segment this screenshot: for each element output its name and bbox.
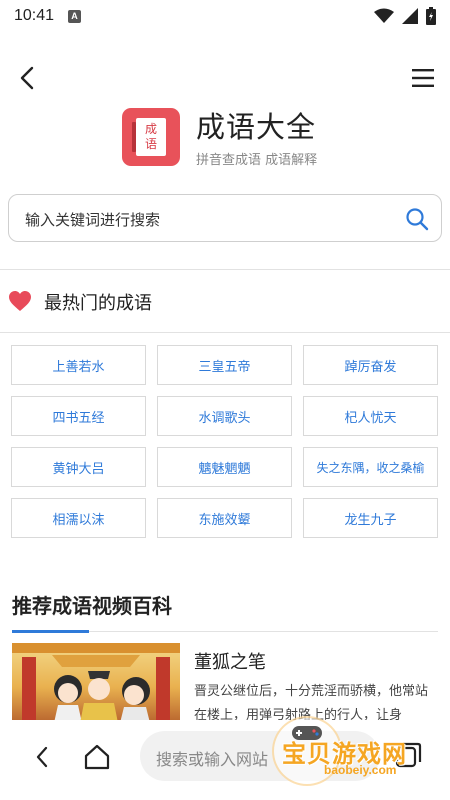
top-bar xyxy=(0,58,450,98)
app-title: 成语大全 xyxy=(196,110,317,144)
search-placeholder: 输入关键词进行搜索 xyxy=(25,211,161,229)
logo-char-bottom: 语 xyxy=(144,137,157,151)
status-time: 10:41 xyxy=(14,7,55,24)
idiom-button[interactable]: 三皇五帝 xyxy=(157,345,292,385)
idiom-button[interactable]: 水调歌头 xyxy=(157,396,292,436)
hot-section-header: 最热门的成语 xyxy=(0,280,450,322)
idiom-grid: 上善若水 三皇五帝 踔厉奋发 四书五经 水调歌头 杞人忧天 黄钟大吕 魑魅魍魉 … xyxy=(11,345,439,538)
app-logo: 成 语 xyxy=(122,108,180,166)
watermark: 宝贝游戏网 baobeiy.com xyxy=(270,712,450,792)
section-underline xyxy=(12,630,89,633)
idiom-button[interactable]: 上善若水 xyxy=(11,345,146,385)
idiom-button[interactable]: 相濡以沫 xyxy=(11,498,146,538)
wifi-icon xyxy=(374,8,394,23)
menu-button[interactable] xyxy=(408,60,438,96)
idiom-button[interactable]: 失之东隅，收之桑榆 xyxy=(303,447,438,487)
heart-icon xyxy=(9,291,31,311)
divider xyxy=(0,332,450,333)
hot-section-title: 最热门的成语 xyxy=(44,293,152,314)
browser-back-button[interactable] xyxy=(28,742,56,772)
home-icon[interactable] xyxy=(82,742,112,772)
chevron-left-icon xyxy=(36,746,48,768)
video-item-title[interactable]: 董狐之笔 xyxy=(194,648,266,674)
chevron-left-icon xyxy=(20,66,34,90)
idiom-button[interactable]: 黄钟大吕 xyxy=(11,447,146,487)
logo-char-top: 成 xyxy=(144,122,157,136)
battery-icon xyxy=(426,7,436,25)
idiom-button[interactable]: 东施效颦 xyxy=(157,498,292,538)
video-thumbnail[interactable] xyxy=(12,643,180,723)
status-bar: 10:41 A xyxy=(0,0,450,32)
idiom-button[interactable]: 魑魅魍魉 xyxy=(157,447,292,487)
watermark-url: baobeiy.com xyxy=(324,763,397,777)
logo-book: 成 语 xyxy=(132,118,166,156)
video-section-title: 推荐成语视频百科 xyxy=(12,594,172,618)
app-subtitle: 拼音查成语 成语解释 xyxy=(196,153,318,168)
url-placeholder: 搜索或输入网站 xyxy=(156,750,269,769)
notification-icon: A xyxy=(68,9,82,23)
section-divider xyxy=(89,631,438,632)
idiom-button[interactable]: 杞人忧天 xyxy=(303,396,438,436)
status-icons xyxy=(374,7,436,25)
hamburger-menu-icon xyxy=(412,69,434,87)
search-input[interactable]: 输入关键词进行搜索 xyxy=(8,194,442,242)
idiom-button[interactable]: 四书五经 xyxy=(11,396,146,436)
video-thumbnail-art xyxy=(12,643,180,723)
search-icon[interactable] xyxy=(405,207,429,231)
back-button[interactable] xyxy=(12,60,42,96)
idiom-button[interactable]: 踔厉奋发 xyxy=(303,345,438,385)
signal-icon xyxy=(402,8,418,24)
idiom-button[interactable]: 龙生九子 xyxy=(303,498,438,538)
divider xyxy=(0,269,450,270)
